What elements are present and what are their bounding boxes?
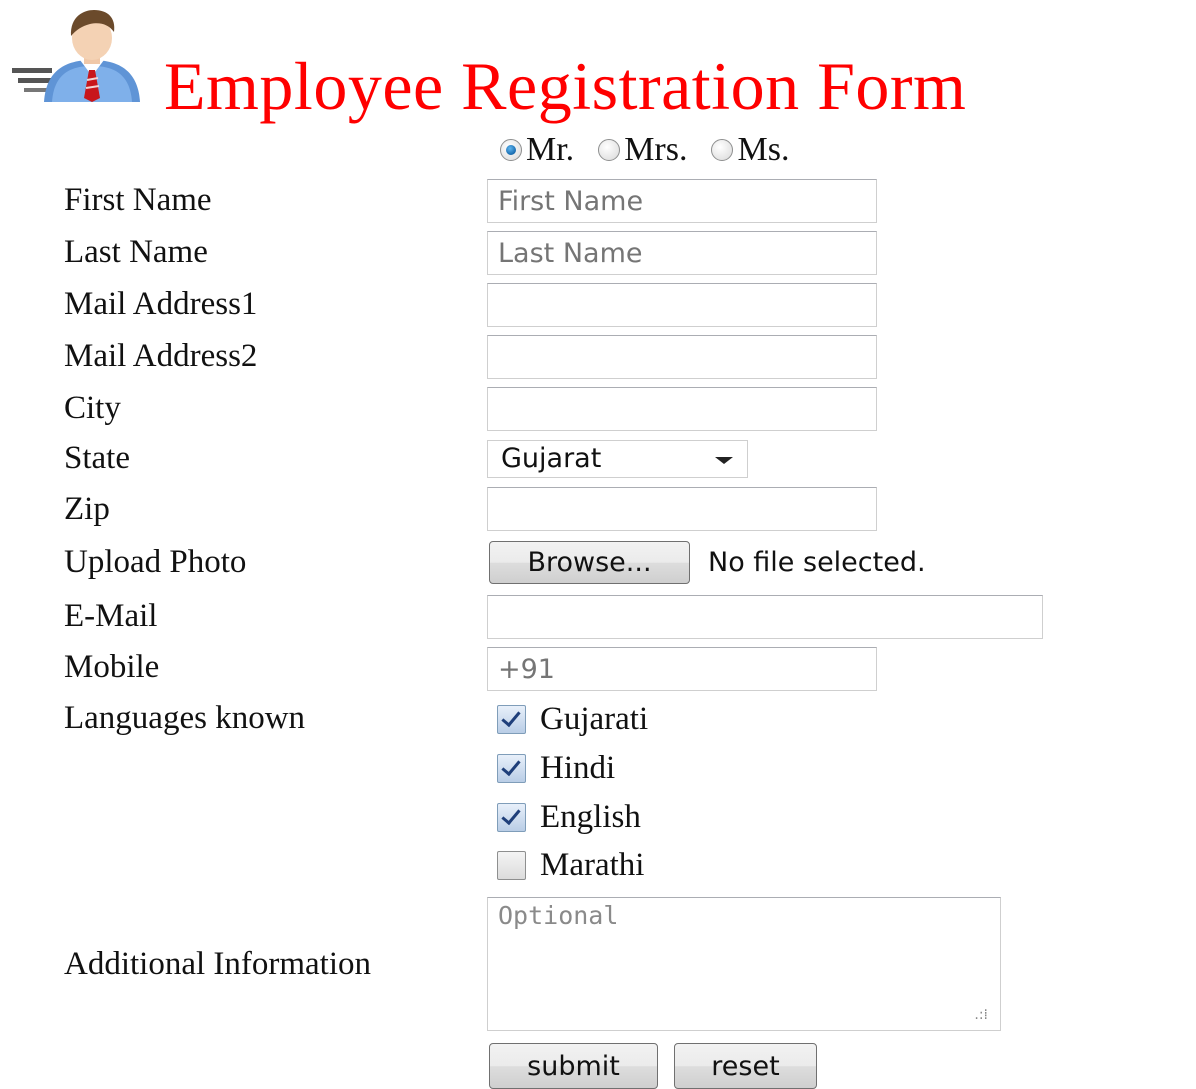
reset-button[interactable]: reset (674, 1043, 817, 1089)
language-option-gujarati[interactable]: Gujarati (497, 697, 648, 741)
city-label: City (64, 390, 121, 426)
additional-info-placeholder: Optional (498, 901, 619, 930)
radio-label-mr: Mr. (526, 131, 575, 168)
checkbox-english[interactable] (497, 802, 526, 832)
last-name-label: Last Name (64, 234, 208, 270)
mail-address1-label: Mail Address1 (64, 286, 258, 322)
mail-address2-input[interactable] (487, 335, 877, 379)
last-name-input[interactable] (487, 231, 877, 275)
businessman-icon (12, 10, 140, 102)
resize-grip-icon[interactable]: .:⁞ (974, 1008, 988, 1022)
first-name-label: First Name (64, 182, 212, 218)
checkbox-gujarati[interactable] (497, 704, 526, 734)
salutation-option-mrs[interactable]: Mrs. (598, 130, 687, 170)
language-option-marathi[interactable]: Marathi (497, 843, 644, 887)
language-option-hindi[interactable]: Hindi (497, 746, 615, 790)
chevron-down-icon (715, 457, 733, 464)
language-option-english[interactable]: English (497, 795, 641, 839)
page-title: Employee Registration Form (164, 48, 967, 124)
email-input[interactable] (487, 595, 1043, 639)
mobile-label: Mobile (64, 649, 160, 685)
checkbox-label-gujarati: Gujarati (540, 701, 649, 737)
state-label: State (64, 440, 130, 476)
languages-label: Languages known (64, 700, 306, 736)
file-status-text: No file selected. (708, 547, 926, 578)
mobile-input[interactable] (487, 647, 877, 691)
upload-photo-label: Upload Photo (64, 544, 247, 580)
first-name-input[interactable] (487, 179, 877, 223)
zip-input[interactable] (487, 487, 877, 531)
additional-info-label: Additional Information (64, 946, 372, 982)
submit-button[interactable]: submit (489, 1043, 658, 1089)
zip-label: Zip (64, 491, 110, 527)
state-select[interactable]: Gujarat (487, 440, 748, 478)
radio-mr[interactable] (500, 139, 522, 161)
checkbox-label-english: English (540, 799, 641, 835)
checkbox-label-marathi: Marathi (540, 847, 645, 883)
salutation-radio-group: Mr. Mrs. Ms. (500, 130, 813, 170)
mail-address1-input[interactable] (487, 283, 877, 327)
radio-ms[interactable] (711, 139, 734, 161)
email-label: E-Mail (64, 598, 158, 634)
checkbox-marathi[interactable] (497, 850, 526, 880)
radio-label-ms: Ms. (737, 131, 790, 168)
checkbox-hindi[interactable] (497, 753, 526, 783)
mail-address2-label: Mail Address2 (64, 338, 258, 374)
additional-info-textarea[interactable]: Optional .:⁞ (487, 897, 1001, 1031)
state-selected-value: Gujarat (501, 443, 602, 474)
browse-button[interactable]: Browse... (489, 541, 690, 584)
city-input[interactable] (487, 387, 877, 431)
salutation-option-mr[interactable]: Mr. (500, 130, 574, 170)
radio-mrs[interactable] (598, 139, 621, 161)
salutation-option-ms[interactable]: Ms. (711, 130, 789, 170)
radio-label-mrs: Mrs. (624, 131, 688, 168)
checkbox-label-hindi: Hindi (540, 750, 616, 786)
